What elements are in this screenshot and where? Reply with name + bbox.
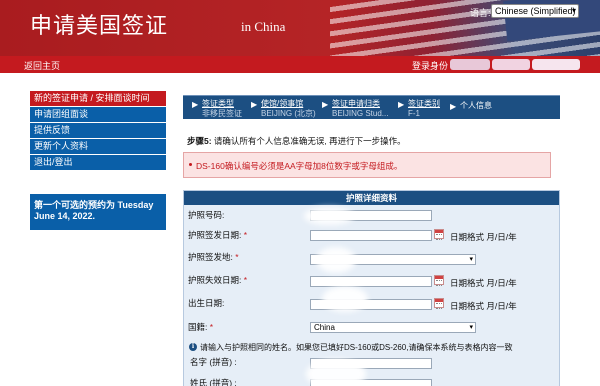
redacted-value	[316, 247, 356, 273]
sidebar-menu: 新的签证申请 / 安排面谈时间 申请团组面谈 提供反馈 更新个人资料 退出/登出	[30, 91, 166, 171]
arrow-right-icon: ▶	[450, 102, 457, 111]
expiry-date-input[interactable]	[310, 276, 432, 287]
error-alert: DS-160确认编号必须是AA字母加8位数字或字母组成。	[183, 152, 551, 178]
page: 申请美国签证 in China 语言: Chinese (Simplified)…	[0, 0, 600, 386]
redacted-value	[322, 286, 368, 312]
language-select[interactable]: Chinese (Simplified) ▾	[491, 4, 579, 18]
breadcrumb-step-value: BEIJING (北京)	[261, 109, 316, 118]
breadcrumb-category[interactable]: ▶ 签证申请归类 BEIJING Stud...	[322, 99, 389, 119]
sidebar-item-new-application[interactable]: 新的签证申请 / 安排面谈时间	[30, 91, 166, 106]
arrow-right-icon: ▶	[192, 100, 199, 109]
breadcrumb-consulate[interactable]: ▶ 使馆/领事馆 BEIJING (北京)	[251, 99, 316, 119]
redacted-username	[450, 59, 490, 70]
breadcrumb-visa-class[interactable]: ▶ 签证类别 F-1	[398, 99, 440, 119]
breadcrumb-step-label: 签证申请归类	[332, 99, 380, 108]
breadcrumb-step-label: 使馆/领事馆	[261, 99, 304, 108]
redacted-username	[492, 59, 530, 70]
site-subtitle: in China	[241, 19, 286, 34]
step-number: 步骤5:	[187, 136, 212, 146]
issue-date-label: 护照签发日期: *	[188, 230, 248, 240]
name-instruction: 请输入与护照相同的姓名。如果您已填好DS-160或DS-260,请确保本系统与表…	[200, 343, 513, 352]
breadcrumb-visa-type[interactable]: ▶ 签证类型 非移民签证	[192, 99, 242, 119]
sidebar-item-update-profile[interactable]: 更新个人资料	[30, 139, 166, 154]
breadcrumb-step-value: 非移民签证	[202, 109, 242, 118]
sidebar-item-group-interview[interactable]: 申请团组面谈	[30, 107, 166, 122]
issue-date-input[interactable]	[310, 230, 432, 241]
breadcrumb-step-label: 个人信息	[460, 101, 492, 110]
calendar-icon[interactable]	[434, 298, 444, 309]
date-format-hint: 日期格式 月/日/年	[450, 278, 517, 288]
breadcrumb: ▶ 签证类型 非移民签证 ▶ 使馆/领事馆 BEIJING (北京) ▶ 签证申…	[183, 95, 560, 119]
breadcrumb-step-value: F-1	[408, 109, 420, 118]
arrow-right-icon: ▶	[398, 100, 405, 109]
redacted-value	[304, 207, 354, 225]
calendar-icon[interactable]	[434, 275, 444, 286]
birth-date-label: 出生日期:	[188, 298, 225, 308]
passport-number-label: 护照号码:	[188, 210, 225, 220]
nationality-label: 国籍: *	[188, 322, 214, 332]
section-title: 护照详细资料	[184, 191, 559, 205]
redacted-value	[306, 359, 366, 386]
site-banner: 申请美国签证 in China 语言: Chinese (Simplified)…	[0, 0, 600, 56]
redacted-username	[532, 59, 580, 70]
chevron-down-icon: ▾	[571, 6, 576, 15]
arrow-right-icon: ▶	[251, 100, 258, 109]
home-link[interactable]: 返回主页	[24, 59, 60, 72]
breadcrumb-step-label: 签证类型	[202, 99, 234, 108]
step-body: 请确认所有个人信息准确无误, 再进行下一步操作。	[211, 136, 406, 146]
sidebar-item-logout[interactable]: 退出/登出	[30, 155, 166, 170]
info-icon: i	[189, 343, 197, 351]
calendar-icon[interactable]	[434, 229, 444, 240]
site-title: 申请美国签证	[30, 14, 169, 39]
breadcrumb-personal-info: ▶ 个人信息	[450, 101, 492, 111]
date-format-hint: 日期格式 月/日/年	[450, 232, 517, 242]
issue-place-label: 护照签发地: *	[188, 252, 239, 262]
passport-details-panel: 护照详细资料 护照号码: 护照签发日期: * 日期格式 月/日/年 护照签发地:…	[183, 190, 560, 386]
login-identity: 登录身份	[412, 61, 449, 71]
arrow-right-icon: ▶	[322, 100, 329, 109]
step-instruction: 步骤5: 请确认所有个人信息准确无误, 再进行下一步操作。	[187, 135, 406, 147]
language-label: 语言:	[470, 8, 491, 18]
given-name-label: 名字 (拼音) :	[190, 357, 237, 367]
error-message: DS-160确认编号必须是AA字母加8位数字或字母组成。	[196, 161, 403, 171]
first-appointment-notice: 第一个可选的预约为 Tuesday June 14, 2022.	[30, 194, 166, 230]
date-format-hint: 日期格式 月/日/年	[450, 301, 517, 311]
nationality-select[interactable]: China ▾	[310, 322, 476, 333]
expiry-date-label: 护照失效日期: *	[188, 275, 248, 285]
language-select-value: Chinese (Simplified)	[495, 6, 576, 16]
breadcrumb-step-label: 签证类别	[408, 99, 440, 108]
surname-label: 姓氏 (拼音) :	[190, 378, 237, 386]
nationality-value: China	[314, 323, 335, 332]
sidebar-item-feedback[interactable]: 提供反馈	[30, 123, 166, 138]
bullet-icon	[189, 163, 192, 166]
breadcrumb-step-value: BEIJING Stud...	[332, 109, 389, 118]
chevron-down-icon: ▾	[469, 256, 473, 263]
chevron-down-icon: ▾	[469, 324, 473, 331]
